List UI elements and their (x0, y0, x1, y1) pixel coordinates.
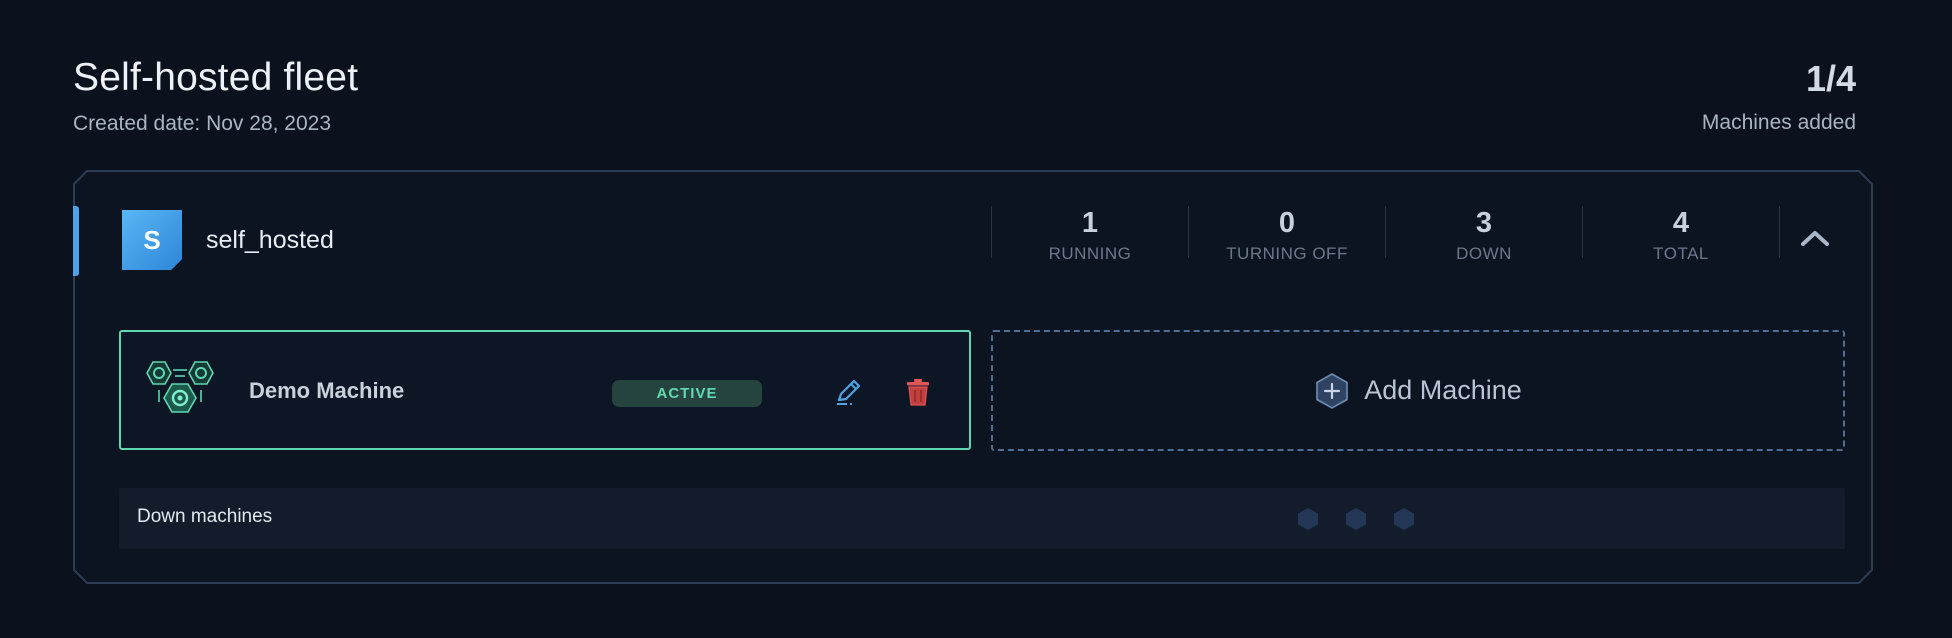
page-title: Self-hosted fleet (73, 56, 359, 99)
fleet-page: Self-hosted fleet Created date: Nov 28, … (0, 0, 1952, 638)
machine-name: Demo Machine (249, 378, 405, 403)
down-machines-label: Down machines (137, 506, 273, 527)
stat-value: 1 (1081, 207, 1099, 239)
chevron-up-icon (1801, 231, 1829, 246)
created-date: Created date: Nov 28, 2023 (73, 112, 332, 135)
stat-down: 3 DOWN (1385, 206, 1582, 263)
hexagon-icon (1346, 508, 1366, 530)
gears-hexagon-icon (146, 361, 214, 413)
group-accent-tab (73, 206, 79, 276)
stat-label: RUNNING (1048, 244, 1132, 263)
down-machines-bar[interactable]: Down machines (119, 488, 1845, 549)
stat-value: 4 (1672, 207, 1690, 239)
stat-value: 0 (1278, 207, 1296, 239)
stat-turning-off: 0 TURNING OFF (1188, 206, 1385, 263)
stat-total: 4 TOTAL (1582, 206, 1780, 263)
machines-added-label: Machines added (1701, 111, 1856, 134)
collapse-group-button[interactable] (1795, 218, 1835, 258)
status-badge-label: ACTIVE (656, 385, 718, 402)
group-stats: 1 RUNNING 0 TURNING OFF 3 DOWN 4 TOTAL (991, 206, 1780, 263)
edit-machine-button[interactable] (833, 376, 865, 408)
add-machine-button[interactable]: Add Machine (991, 330, 1845, 451)
hexagon-icon (1394, 508, 1414, 530)
pencil-icon (837, 379, 861, 405)
group-avatar: S (122, 210, 182, 270)
trash-icon (907, 379, 929, 406)
group-avatar-letter: S (143, 224, 161, 255)
stat-running: 1 RUNNING (991, 206, 1188, 263)
stat-label: TOTAL (1653, 244, 1709, 263)
group-name: self_hosted (206, 226, 334, 254)
stat-value: 3 (1475, 207, 1493, 239)
delete-machine-button[interactable] (902, 376, 934, 408)
add-machine-label: Add Machine (1364, 375, 1522, 405)
machines-count: 1/4 (1805, 58, 1856, 99)
fleet-group-panel: S self_hosted 1 RUNNING 0 TURNING OFF 3 … (73, 170, 1873, 584)
plus-hexagon-icon (1316, 372, 1348, 409)
status-badge: ACTIVE (612, 380, 762, 407)
machine-card[interactable]: Demo Machine ACTIVE (119, 330, 971, 450)
stat-label: DOWN (1456, 244, 1512, 263)
hexagon-icon (1298, 508, 1318, 530)
down-machines-indicators (1296, 507, 1416, 531)
stat-label: TURNING OFF (1226, 244, 1348, 263)
